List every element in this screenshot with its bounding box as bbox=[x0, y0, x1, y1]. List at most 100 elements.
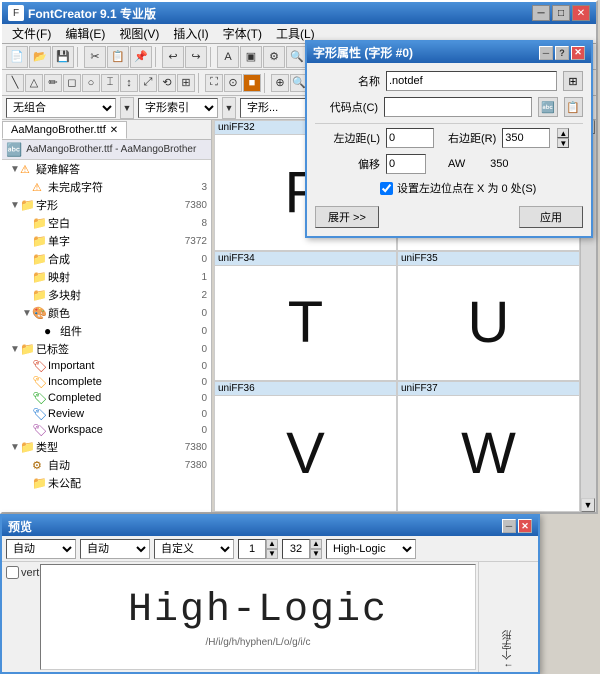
tree-item-blank[interactable]: 📁 空白 8 bbox=[2, 214, 211, 232]
vert-checkbox[interactable] bbox=[6, 566, 19, 579]
preview-combo-1[interactable]: 自动 bbox=[6, 539, 76, 559]
draw-btn-9[interactable]: ⟲ bbox=[158, 74, 176, 92]
props-help-btn[interactable]: ? bbox=[555, 46, 569, 60]
menu-insert[interactable]: 插入(I) bbox=[167, 23, 214, 44]
tree-item-multimap[interactable]: 📁 多块射 2 bbox=[2, 286, 211, 304]
tree-label: 单字 bbox=[46, 233, 185, 249]
tree-item-type[interactable]: ▼ 📁 类型 7380 bbox=[2, 438, 211, 456]
index-combo[interactable]: 字形索引 bbox=[138, 98, 218, 118]
tb-btn-2[interactable]: ▣ bbox=[240, 46, 262, 68]
redo-button[interactable]: ↪ bbox=[185, 46, 207, 68]
draw-btn-13[interactable]: ■ bbox=[243, 74, 261, 92]
draw-btn-7[interactable]: ↕ bbox=[120, 74, 138, 92]
tree-item-review[interactable]: 🏷 Review 0 bbox=[2, 406, 211, 422]
tree-item-diagnostics[interactable]: ▼ ⚠ 疑难解答 bbox=[2, 160, 211, 178]
name-input[interactable] bbox=[386, 71, 557, 91]
code-input[interactable] bbox=[384, 97, 532, 117]
index-arrow[interactable]: ▼ bbox=[222, 97, 236, 119]
code-icon-btn[interactable]: 🔤 bbox=[538, 97, 557, 117]
spin-input-2[interactable] bbox=[282, 539, 310, 559]
close-button[interactable]: ✕ bbox=[572, 5, 590, 21]
scroll-down-btn[interactable]: ▼ bbox=[581, 498, 595, 512]
tree-item-glyphs[interactable]: ▼ 📁 字形 7380 bbox=[2, 196, 211, 214]
tree-item-auto[interactable]: ⚙ 自动 7380 bbox=[2, 456, 211, 474]
props-minimize-btn[interactable]: ─ bbox=[539, 46, 553, 60]
tree-item-workspace[interactable]: 🏷 Workspace 0 bbox=[2, 422, 211, 438]
tree-item-tagged[interactable]: ▼ 📁 已标签 0 bbox=[2, 340, 211, 358]
font-tab[interactable]: AaMangoBrother.ttf ✕ bbox=[2, 121, 127, 139]
maximize-button[interactable]: □ bbox=[552, 5, 570, 21]
name-label: 名称 bbox=[315, 73, 380, 89]
tree-item-important[interactable]: 🏷 Important 0 bbox=[2, 358, 211, 374]
draw-btn-14[interactable]: ⊕ bbox=[271, 74, 289, 92]
paste-button[interactable]: 📌 bbox=[130, 46, 152, 68]
spin-input-1[interactable] bbox=[238, 539, 266, 559]
preview-toolbar: 自动 自动 自定义 ▲ ▼ ▲ ▼ bbox=[2, 536, 538, 562]
apply-button[interactable]: 应用 bbox=[519, 206, 583, 228]
set-x-zero-checkbox[interactable] bbox=[380, 182, 393, 195]
draw-btn-2[interactable]: △ bbox=[25, 74, 43, 92]
glyph-cell-3[interactable]: uniFF35 U bbox=[397, 251, 580, 382]
draw-btn-6[interactable]: ⌶ bbox=[101, 74, 119, 92]
tb-btn-3[interactable]: ⚙ bbox=[263, 46, 285, 68]
tree-item-completed[interactable]: 🏷 Completed 0 bbox=[2, 390, 211, 406]
draw-btn-1[interactable]: ╲ bbox=[6, 74, 24, 92]
draw-btn-5[interactable]: ○ bbox=[82, 74, 100, 92]
menu-edit[interactable]: 编辑(E) bbox=[59, 23, 111, 44]
code-icon-btn2[interactable]: 📋 bbox=[564, 97, 583, 117]
aw-value: 350 bbox=[479, 158, 519, 170]
tab-close-icon[interactable]: ✕ bbox=[110, 125, 118, 136]
preview-combo-4[interactable]: High-Logic bbox=[326, 539, 416, 559]
menu-font[interactable]: 字体(T) bbox=[217, 23, 268, 44]
combo-arrow[interactable]: ▼ bbox=[120, 97, 134, 119]
tree-item-composite[interactable]: 📁 合成 0 bbox=[2, 250, 211, 268]
glyph-tree[interactable]: ▼ ⚠ 疑难解答 ⚠ 未完成字符 3 ▼ 📁 字形 bbox=[2, 160, 211, 512]
tree-label: 自动 bbox=[46, 457, 185, 473]
name-icon-btn[interactable]: ⊞ bbox=[563, 71, 583, 91]
cut-button[interactable]: ✂ bbox=[84, 46, 106, 68]
draw-btn-4[interactable]: ◻ bbox=[63, 74, 81, 92]
right-up-btn[interactable]: ▲ bbox=[557, 128, 569, 138]
tree-item-mapped[interactable]: 📁 映射 1 bbox=[2, 268, 211, 286]
glyph-cell-2[interactable]: uniFF34 T bbox=[214, 251, 397, 382]
right-input[interactable] bbox=[502, 128, 550, 148]
copy-button[interactable]: 📋 bbox=[107, 46, 129, 68]
tree-item-color[interactable]: ▼ 🎨 颜色 0 bbox=[2, 304, 211, 322]
draw-btn-3[interactable]: ✏ bbox=[44, 74, 62, 92]
minimize-button[interactable]: ─ bbox=[532, 5, 550, 21]
draw-btn-12[interactable]: ⊙ bbox=[224, 74, 242, 92]
spin-down-2[interactable]: ▼ bbox=[310, 549, 322, 559]
glyph-cell-4[interactable]: uniFF36 V bbox=[214, 381, 397, 512]
preview-combo-2[interactable]: 自动 bbox=[80, 539, 150, 559]
tb-btn-1[interactable]: A bbox=[217, 46, 239, 68]
tree-item-single[interactable]: 📁 单字 7372 bbox=[2, 232, 211, 250]
tree-item-unmatched[interactable]: 📁 未公配 bbox=[2, 474, 211, 492]
menu-view[interactable]: 视图(V) bbox=[113, 23, 165, 44]
vert-checkbox-label[interactable]: vert bbox=[6, 566, 34, 579]
undo-button[interactable]: ↩ bbox=[162, 46, 184, 68]
offset-row: 偏移 0 AW 350 bbox=[315, 154, 583, 174]
glyph-cell-5[interactable]: uniFF37 W bbox=[397, 381, 580, 512]
props-close-btn[interactable]: ✕ bbox=[571, 46, 585, 60]
tree-item-component[interactable]: ● 组件 0 bbox=[2, 322, 211, 340]
preview-minimize-btn[interactable]: ─ bbox=[502, 519, 516, 533]
left-input[interactable] bbox=[386, 128, 434, 148]
draw-btn-11[interactable]: ⛶ bbox=[205, 74, 223, 92]
preview-close-btn[interactable]: ✕ bbox=[518, 519, 532, 533]
tree-item-incomplete[interactable]: ⚠ 未完成字符 3 bbox=[2, 178, 211, 196]
preview-combo-3[interactable]: 自定义 bbox=[154, 539, 234, 559]
spin-down-1[interactable]: ▼ bbox=[266, 549, 278, 559]
spin-up-2[interactable]: ▲ bbox=[310, 539, 322, 549]
draw-btn-10[interactable]: ⊞ bbox=[177, 74, 195, 92]
draw-btn-8[interactable]: ⤢ bbox=[139, 74, 157, 92]
spin-up-1[interactable]: ▲ bbox=[266, 539, 278, 549]
tree-item-incomplete-tag[interactable]: 🏷 Incomplete 0 bbox=[2, 374, 211, 390]
open-button[interactable]: 📂 bbox=[29, 46, 51, 68]
save-button[interactable]: 💾 bbox=[52, 46, 74, 68]
expand-button[interactable]: 展开 >> bbox=[315, 206, 379, 228]
count-badge: 0 bbox=[201, 254, 211, 265]
group-combo[interactable]: 无组合 bbox=[6, 98, 116, 118]
new-button[interactable]: 📄 bbox=[6, 46, 28, 68]
right-down-btn[interactable]: ▼ bbox=[557, 138, 569, 148]
menu-file[interactable]: 文件(F) bbox=[6, 23, 57, 44]
